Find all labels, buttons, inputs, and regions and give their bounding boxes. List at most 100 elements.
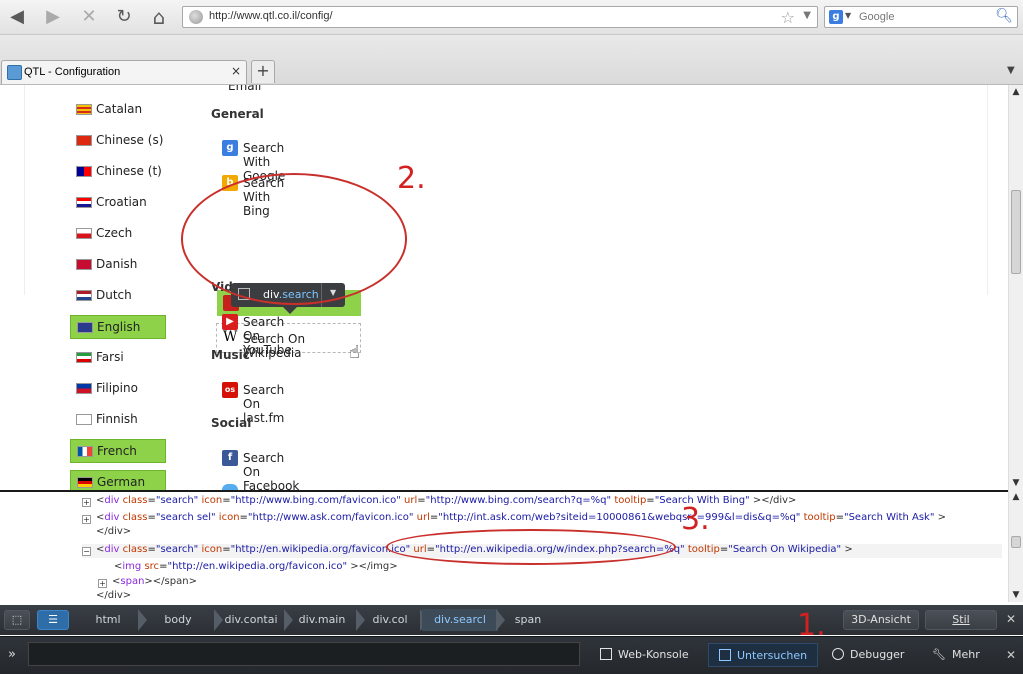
expand-toggle-icon[interactable]: + bbox=[98, 579, 107, 588]
language-item[interactable]: Chinese (t) bbox=[70, 160, 166, 184]
uk-flag-icon bbox=[77, 322, 93, 333]
language-label: English bbox=[97, 320, 141, 334]
language-item[interactable]: Czech bbox=[70, 222, 166, 246]
language-label: German bbox=[97, 475, 146, 489]
attr-icon: http://www.ask.com/favicon.ico bbox=[252, 512, 409, 523]
tab-qtl-configuration[interactable]: QTL - Configuration × bbox=[1, 60, 247, 84]
attr-class: search sel bbox=[160, 512, 211, 523]
section-music: Music bbox=[211, 348, 250, 362]
lastfm-icon: os bbox=[222, 382, 238, 398]
back-icon[interactable]: ◀ bbox=[4, 4, 30, 30]
service-label: Search On YouTube bbox=[243, 315, 292, 357]
markup-line-img[interactable]: <img src="http://en.wikipedia.org/favico… bbox=[114, 561, 398, 572]
breadcrumb-item[interactable]: div.main bbox=[286, 609, 358, 631]
scroll-up-icon[interactable]: ▲ bbox=[1011, 87, 1021, 97]
debugger-icon bbox=[832, 648, 844, 660]
url-text[interactable]: http://www.qtl.co.il/config/ bbox=[209, 10, 333, 22]
search-input[interactable]: Google bbox=[859, 11, 894, 23]
markup-line-span[interactable]: <span></span> bbox=[112, 576, 197, 587]
breadcrumb-item[interactable]: html bbox=[76, 609, 140, 631]
philippines-flag-icon bbox=[76, 383, 92, 394]
language-label: Farsi bbox=[96, 350, 124, 364]
url-bar[interactable]: http://www.qtl.co.il/config/ ☆ ▼ bbox=[182, 6, 818, 28]
bookmark-star-icon[interactable]: ☆ bbox=[781, 8, 795, 27]
reload-icon[interactable]: ↻ bbox=[111, 4, 137, 30]
markup-toggle-button[interactable]: ☰ bbox=[37, 610, 69, 630]
tooltip-arrow bbox=[283, 307, 297, 314]
tag-name: div bbox=[104, 544, 120, 555]
language-label: Croatian bbox=[96, 195, 147, 209]
home-icon[interactable]: ⌂ bbox=[146, 4, 172, 30]
style-button[interactable]: Stil bbox=[925, 610, 997, 630]
facebook-icon: f bbox=[222, 450, 238, 466]
attr-class: search bbox=[160, 544, 194, 555]
command-input[interactable] bbox=[28, 642, 580, 666]
tag-name: div bbox=[104, 495, 120, 506]
search-icon[interactable]: 🔍︎ bbox=[995, 8, 1013, 24]
scroll-up-icon[interactable]: ▲ bbox=[1011, 492, 1021, 502]
scroll-down-icon[interactable]: ▼ bbox=[1011, 478, 1021, 488]
tab-close-icon[interactable]: × bbox=[231, 64, 241, 78]
language-item[interactable]: German bbox=[70, 470, 166, 490]
tab-inspect[interactable]: Untersuchen bbox=[708, 643, 818, 667]
content-scrollbar[interactable]: ▲ ▼ bbox=[1008, 85, 1023, 490]
annotation-number-2: 2. bbox=[397, 161, 426, 196]
3d-view-button[interactable]: 3D-Ansicht bbox=[843, 610, 919, 630]
command-prompt-icon: » bbox=[8, 647, 16, 662]
new-tab-button[interactable]: + bbox=[251, 60, 275, 83]
language-item[interactable]: Farsi bbox=[70, 346, 166, 370]
inspector-breadcrumb-bar: ⬚ ☰ html body div.contai div.main div.col div… bbox=[0, 605, 1023, 635]
markup-close-div[interactable]: </div> bbox=[96, 590, 131, 601]
annotation-number-3: 3. bbox=[681, 502, 710, 537]
pick-element-button[interactable]: ⬚ bbox=[4, 610, 30, 630]
expand-toggle-icon[interactable]: + bbox=[82, 498, 91, 507]
markup-close-div[interactable]: </div> bbox=[96, 526, 131, 537]
tab-web-console[interactable]: Web-Konsole bbox=[600, 643, 696, 667]
breadcrumb-item[interactable]: div.col bbox=[358, 609, 422, 631]
language-label: French bbox=[97, 444, 137, 458]
devtools-command-bar: » Web-Konsole Untersuchen Debugger 🔧︎ Meh… bbox=[0, 636, 1023, 674]
youtube-icon: ▶ bbox=[222, 314, 238, 330]
tab-debugger[interactable]: Debugger bbox=[832, 643, 912, 667]
engine-dropdown-icon[interactable]: ▼ bbox=[845, 11, 851, 20]
language-item[interactable]: Catalan bbox=[70, 98, 166, 122]
language-item[interactable]: Chinese (s) bbox=[70, 129, 166, 153]
search-bar[interactable]: g ▼ Google 🔍︎ bbox=[824, 6, 1018, 28]
tag-name: span bbox=[120, 576, 145, 587]
annotation-ellipse-3 bbox=[386, 529, 676, 565]
breadcrumb-item[interactable]: body bbox=[140, 609, 216, 631]
language-label: Filipino bbox=[96, 381, 138, 395]
forward-icon[interactable]: ▶ bbox=[40, 4, 66, 30]
scroll-thumb[interactable] bbox=[1011, 190, 1021, 274]
language-item[interactable]: Finnish bbox=[70, 408, 166, 432]
url-dropdown-icon[interactable]: ▼ bbox=[803, 10, 811, 21]
attr-tooltip: Search With Ask bbox=[848, 512, 930, 523]
tab-favicon-icon bbox=[7, 65, 22, 80]
breadcrumb-item[interactable]: div.contai bbox=[216, 609, 286, 631]
attr-class: search bbox=[160, 495, 194, 506]
tab-more[interactable]: 🔧︎ Mehr bbox=[932, 643, 992, 667]
collapse-toggle-icon[interactable]: − bbox=[82, 547, 91, 556]
language-label: Danish bbox=[96, 257, 138, 271]
content-frame bbox=[24, 85, 988, 295]
scroll-down-icon[interactable]: ▼ bbox=[1011, 590, 1021, 600]
markup-scrollbar[interactable]: ▲ ▼ bbox=[1008, 490, 1023, 602]
language-item[interactable]: Dutch bbox=[70, 284, 166, 308]
tab-list-icon[interactable]: ▼ bbox=[1007, 65, 1015, 76]
language-item[interactable]: Filipino bbox=[70, 377, 166, 401]
close-devtools-icon[interactable]: ✕ bbox=[1006, 648, 1016, 662]
scroll-thumb[interactable] bbox=[1011, 536, 1021, 548]
language-item[interactable]: Croatian bbox=[70, 191, 166, 215]
markup-line-ask[interactable]: <div class="search sel" icon="http://www… bbox=[96, 512, 946, 523]
language-item[interactable]: English bbox=[70, 315, 166, 339]
google-engine-icon[interactable]: g bbox=[829, 10, 843, 24]
language-item[interactable]: Danish bbox=[70, 253, 166, 277]
tab-label: Mehr bbox=[951, 648, 980, 661]
breadcrumb-item[interactable]: div.searcl bbox=[422, 609, 498, 631]
stop-icon[interactable]: ✕ bbox=[76, 4, 102, 30]
close-inspector-icon[interactable]: ✕ bbox=[1006, 612, 1016, 626]
partial-email-item[interactable]: Email bbox=[228, 85, 261, 93]
expand-toggle-icon[interactable]: + bbox=[82, 515, 91, 524]
language-item[interactable]: French bbox=[70, 439, 166, 463]
breadcrumb-item[interactable]: span bbox=[498, 609, 558, 631]
